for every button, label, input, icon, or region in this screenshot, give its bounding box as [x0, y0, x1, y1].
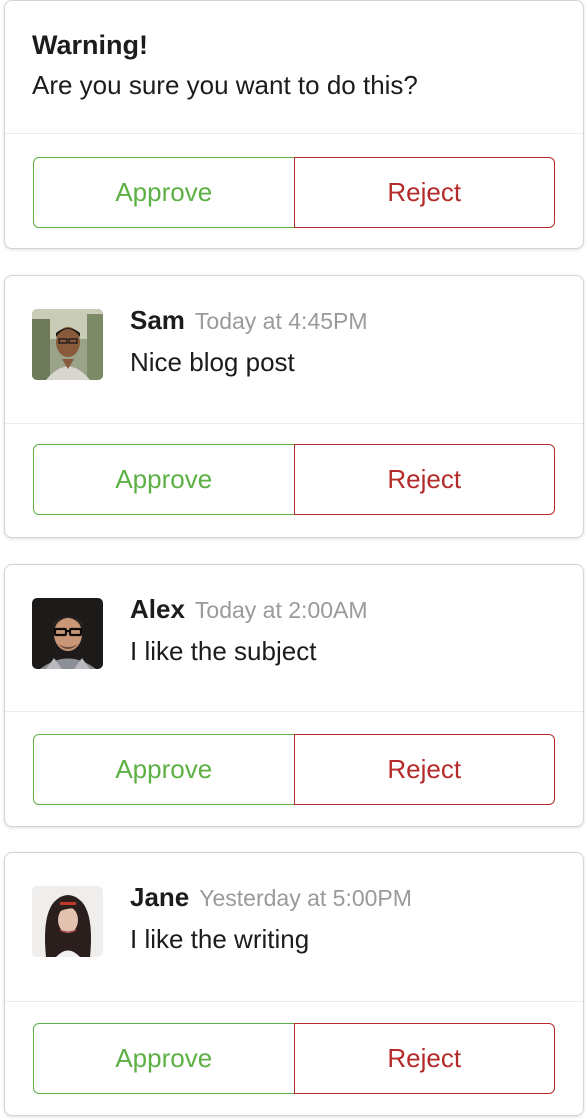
- comment-author-line: Alex Today at 2:00AM: [130, 594, 368, 625]
- warning-description: Are you sure you want to do this?: [32, 70, 418, 100]
- approve-button[interactable]: Approve: [33, 444, 295, 515]
- approve-button[interactable]: Approve: [33, 1023, 295, 1094]
- comment-content: Jane Yesterday at 5:00PM I like the writi…: [5, 853, 583, 1002]
- reject-button[interactable]: Reject: [293, 1023, 555, 1094]
- comment-text: Nice blog post: [130, 347, 295, 377]
- avatar: [32, 598, 103, 669]
- warning-button-group: Approve Reject: [33, 157, 555, 228]
- comment-button-group: Approve Reject: [33, 734, 555, 805]
- comment-button-group: Approve Reject: [33, 444, 555, 515]
- warning-content: Warning! Are you sure you want to do thi…: [5, 1, 583, 134]
- avatar-jane-image: [32, 886, 103, 957]
- comment-content: Sam Today at 4:45PM Nice blog post: [5, 276, 583, 424]
- comment-card: Sam Today at 4:45PM Nice blog post Approv…: [4, 275, 584, 538]
- approve-button[interactable]: Approve: [33, 734, 295, 805]
- comment-timestamp: Today at 4:45PM: [194, 308, 368, 334]
- comment-timestamp: Yesterday at 5:00PM: [199, 885, 412, 911]
- reject-button[interactable]: Reject: [293, 444, 555, 515]
- comment-author-line: Sam Today at 4:45PM: [130, 305, 368, 336]
- comment-button-group: Approve Reject: [33, 1023, 555, 1094]
- comment-card: Jane Yesterday at 5:00PM I like the writi…: [4, 852, 584, 1116]
- warning-card: Warning! Are you sure you want to do thi…: [4, 0, 584, 249]
- reject-button[interactable]: Reject: [293, 157, 555, 228]
- comment-card: Alex Today at 2:00AM I like the subject A…: [4, 564, 584, 827]
- reject-button[interactable]: Reject: [293, 734, 555, 805]
- approve-button[interactable]: Approve: [33, 157, 295, 228]
- author-name[interactable]: Sam: [130, 305, 185, 335]
- comment-text: I like the writing: [130, 924, 310, 954]
- avatar: [32, 309, 103, 380]
- author-name[interactable]: Jane: [130, 882, 189, 912]
- avatar: [32, 886, 103, 957]
- avatar-alex-image: [32, 598, 103, 669]
- comment-timestamp: Today at 2:00AM: [194, 597, 368, 623]
- comment-text: I like the subject: [130, 636, 317, 666]
- warning-header: Warning!: [32, 30, 148, 60]
- comment-content: Alex Today at 2:00AM I like the subject: [5, 565, 583, 712]
- avatar-sam-image: [32, 309, 103, 380]
- comment-author-line: Jane Yesterday at 5:00PM: [130, 882, 412, 913]
- author-name[interactable]: Alex: [130, 594, 185, 624]
